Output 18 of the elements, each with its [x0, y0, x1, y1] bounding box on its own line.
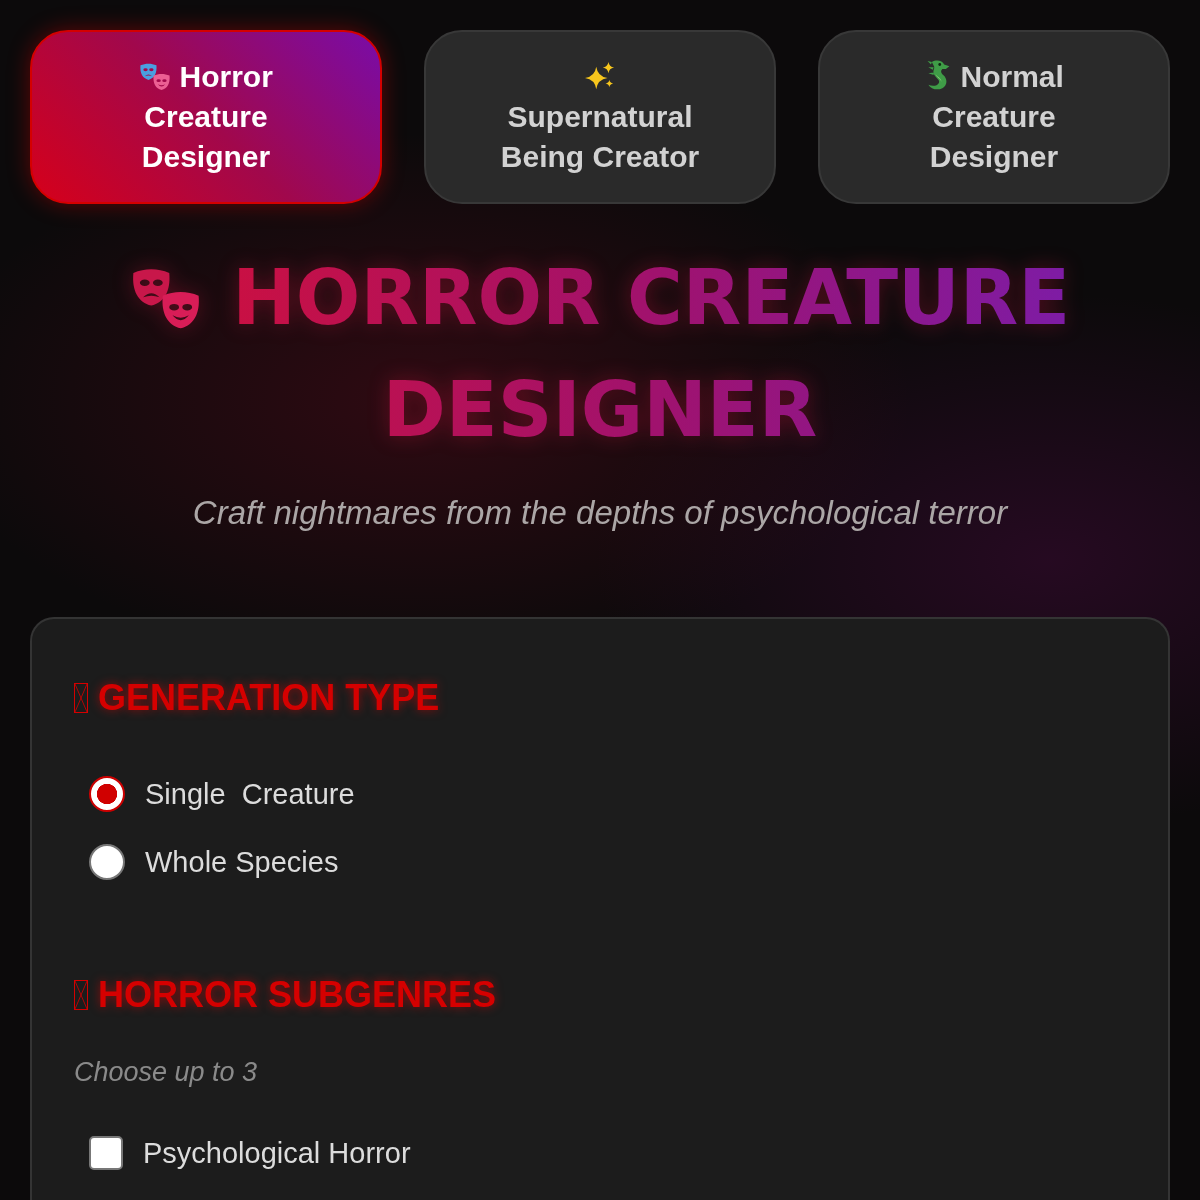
page-title: HORROR CREATURE DESIGNER [232, 253, 1071, 454]
sparkles-icon [585, 61, 615, 91]
radio-button[interactable] [89, 776, 125, 812]
missing-glyph-icon [74, 980, 88, 1010]
missing-glyph-icon [74, 683, 88, 713]
tab[interactable]: Horror Creature Designer [30, 30, 382, 204]
theater-masks-icon [139, 63, 172, 91]
option-label[interactable]: Whole Species [145, 838, 339, 886]
option-label[interactable]: Psychological Horror [143, 1129, 411, 1177]
section-heading: HORROR SUBGENRES [98, 973, 497, 1017]
page-subtitle: Craft nightmares from the depths of psychological terror [191, 493, 1010, 533]
radio-button[interactable] [89, 844, 125, 880]
section-heading: GENERATION TYPE [98, 676, 440, 720]
hint-text: Choose up to 3 [74, 1056, 259, 1089]
tab[interactable]: Supernatural Being Creator [424, 30, 776, 204]
checkbox[interactable] [89, 1136, 123, 1170]
tab[interactable]: Normal Creature Designer [818, 30, 1170, 204]
option-label[interactable]: Single Creature [145, 770, 355, 818]
